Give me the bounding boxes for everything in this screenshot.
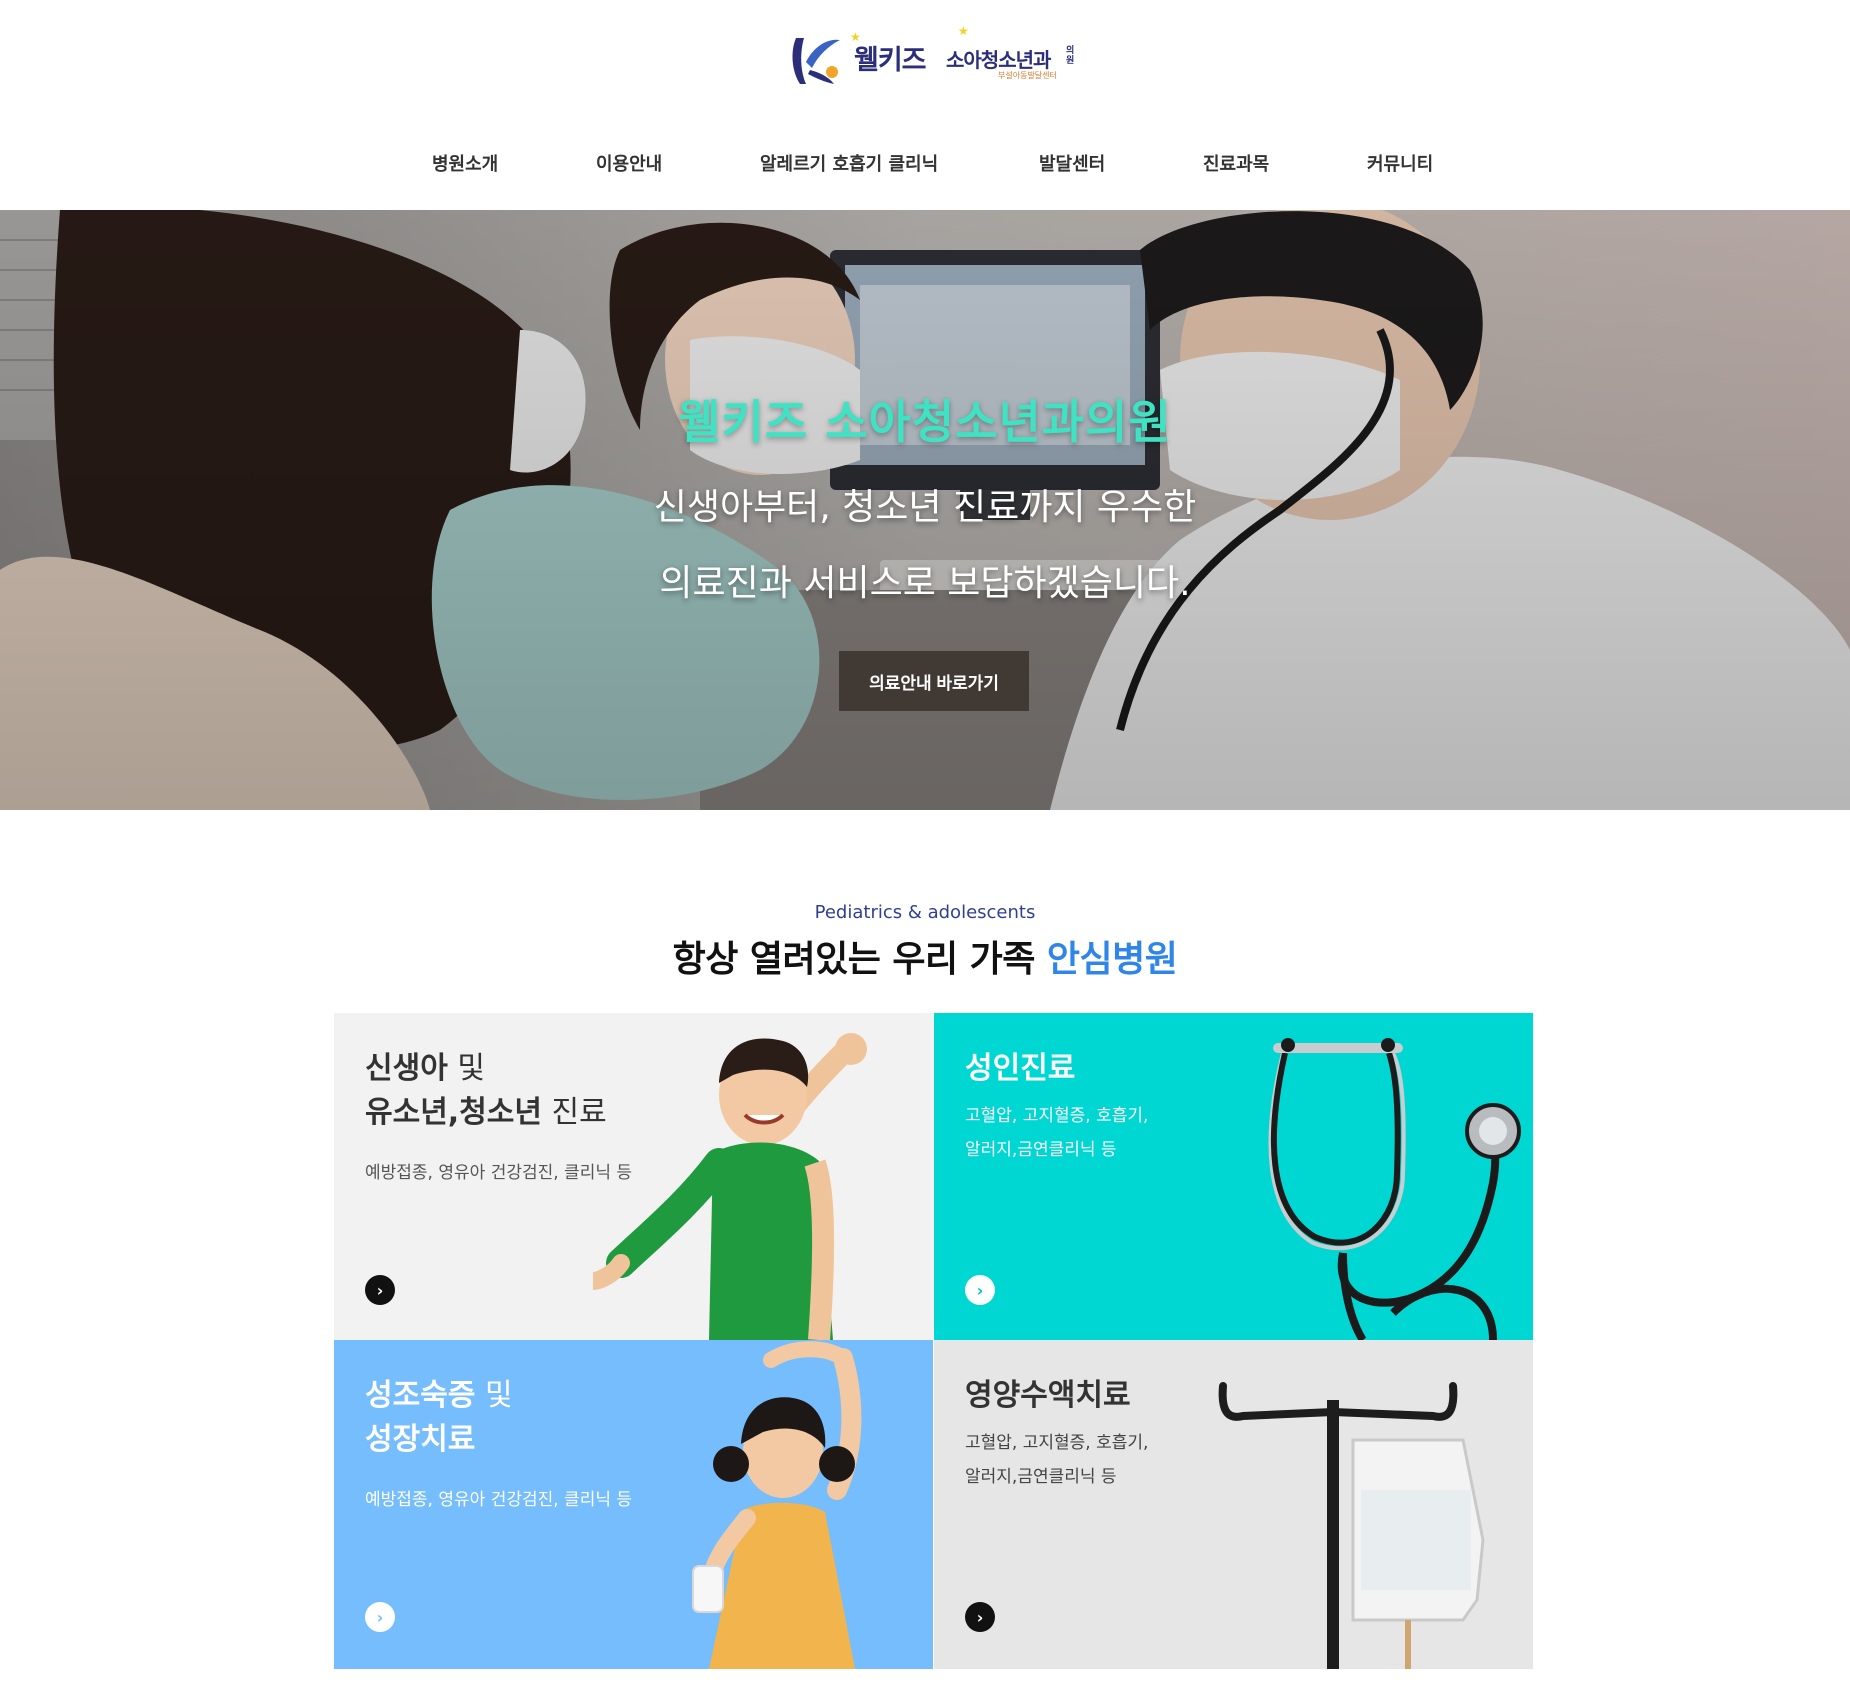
card-title-bold: 성인진료: [965, 1051, 1076, 1086]
card-pediatric-care[interactable]: 신생아 및 유소년,청소년 진료 예방접종, 영유아 건강검진, 클리닉 등 ›: [334, 1013, 933, 1340]
card-growth-treatment[interactable]: 성조숙증 및 성장치료 예방접종, 영유아 건강검진, 클리닉 등 ›: [334, 1340, 933, 1669]
logo-name: 웰키즈: [854, 45, 927, 76]
nav-item-hospital-intro[interactable]: 병원소개: [432, 150, 498, 176]
hero-subtitle-line: 의료진과 서비스로 보답하겠습니다.: [659, 563, 1191, 604]
card-description-line: 고혈압, 고지혈증, 호흡기,: [965, 1433, 1149, 1453]
card-title: 신생아 및 유소년,청소년 진료: [365, 1047, 607, 1135]
hero-title: 웰키즈 소아청소년과의원: [678, 395, 1172, 449]
chevron-right-icon[interactable]: ›: [965, 1602, 995, 1632]
logo-subtitle: 소아청소년과: [946, 48, 1051, 72]
card-title: 성인진료: [965, 1047, 1075, 1091]
card-description: 고혈압, 고지혈증, 호흡기, 알러지,금연클리닉 등: [965, 1099, 1148, 1167]
main-nav: 병원소개 이용안내 알레르기 호흡기 클리닉 발달센터 진료과목 커뮤니티: [0, 150, 1850, 180]
card-title-rest: 및: [447, 1051, 485, 1086]
section-title: 항상 열려있는 우리 가족 안심병원: [0, 930, 1850, 982]
card-title: 영양수액치료: [965, 1374, 1131, 1418]
section-title-accent: 안심병원: [1046, 939, 1178, 980]
chevron-right-icon[interactable]: ›: [965, 1275, 995, 1305]
nav-item-departments[interactable]: 진료과목: [1203, 150, 1269, 176]
card-title-bold: 영양수액치료: [965, 1378, 1131, 1413]
card-title-bold: 성장치료: [365, 1422, 476, 1457]
stethoscope-image: [1268, 1038, 1521, 1340]
hero-subtitle-line: 신생아부터, 청소년 진료까지 우수한: [653, 487, 1197, 528]
hero-banner: 웰키즈 소아청소년과의원 신생아부터, 청소년 진료까지 우수한 의료진과 서비…: [0, 210, 1850, 810]
card-description-line: 알러지,금연클리닉 등: [965, 1140, 1117, 1160]
card-description: 예방접종, 영유아 건강검진, 클리닉 등: [365, 1163, 633, 1183]
card-title: 성조숙증 및 성장치료: [365, 1374, 513, 1462]
boy-flexing-photo: [593, 1033, 867, 1340]
card-title-rest: 및: [475, 1378, 513, 1413]
iv-stand-image: [1218, 1382, 1485, 1669]
nav-item-development-center[interactable]: 발달센터: [1039, 150, 1105, 176]
logo-tagline: 부설아동발달센터: [998, 71, 1057, 80]
section-title-main: 항상 열려있는 우리 가족: [672, 939, 1047, 980]
card-adult-care[interactable]: 성인진료 고혈압, 고지혈증, 호흡기, 알러지,금연클리닉 등 ›: [934, 1013, 1533, 1340]
card-description-line: 알러지,금연클리닉 등: [965, 1467, 1117, 1487]
card-description: 고혈압, 고지혈증, 호흡기, 알러지,금연클리닉 등: [965, 1426, 1148, 1494]
nav-item-community[interactable]: 커뮤니티: [1367, 150, 1433, 176]
card-title-bold: 신생아: [365, 1051, 448, 1086]
card-title-bold: 성조숙증: [365, 1378, 476, 1413]
nav-item-allergy-clinic[interactable]: 알레르기 호흡기 클리닉: [760, 150, 938, 176]
card-description: 예방접종, 영유아 건강검진, 클리닉 등: [365, 1490, 633, 1510]
nav-item-usage-guide[interactable]: 이용안내: [596, 150, 662, 176]
site-logo[interactable]: ★ ★ 웰키즈 소아청소년과 의원 부설아동발달센터: [788, 24, 1078, 90]
chevron-right-icon[interactable]: ›: [365, 1602, 395, 1632]
card-iv-therapy[interactable]: 영양수액치료 고혈압, 고지혈증, 호흡기, 알러지,금연클리닉 등 ›: [934, 1340, 1533, 1669]
card-title-bold: 유소년,청소년: [365, 1095, 542, 1130]
star-icon: ★: [958, 24, 969, 38]
logo-mark-icon: [792, 38, 840, 84]
medical-guide-button[interactable]: 의료안내 바로가기: [839, 651, 1029, 711]
logo-side-text: 의원: [1066, 46, 1075, 66]
girl-growth-photo: [692, 1341, 862, 1669]
section-eyebrow: Pediatrics & adolescents: [814, 902, 1036, 923]
chevron-right-icon[interactable]: ›: [365, 1275, 395, 1305]
card-description-line: 고혈압, 고지혈증, 호흡기,: [965, 1106, 1149, 1126]
